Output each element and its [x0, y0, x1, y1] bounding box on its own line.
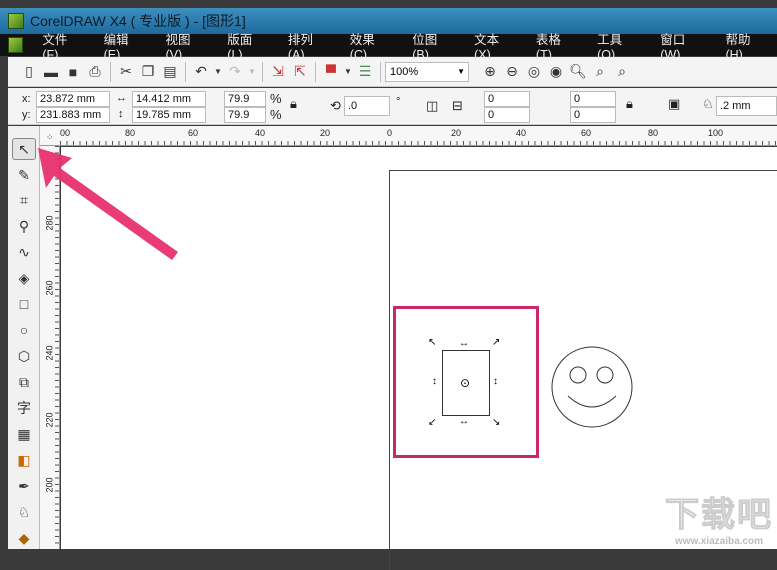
watermark-logo: 下载吧: [665, 496, 773, 535]
watermark-url: www.xiazaiba.com: [675, 536, 763, 547]
smiley-face: [551, 346, 633, 428]
watermark: 下载吧 www.xiazaiba.com: [665, 487, 773, 548]
overlay-graphics: [38, 148, 633, 428]
pointer-arrow: [38, 148, 178, 260]
